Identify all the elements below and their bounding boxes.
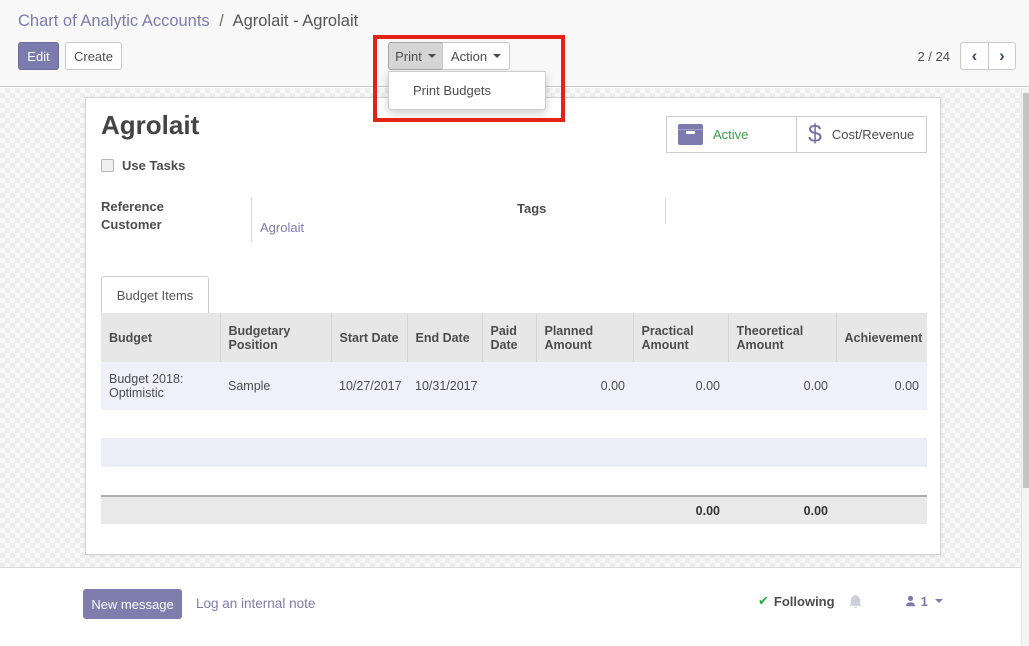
column-header-planned-amount: Planned Amount bbox=[536, 313, 633, 362]
archive-icon bbox=[678, 124, 703, 145]
active-stat-label: Active bbox=[713, 127, 748, 142]
column-header-achievement: Achievement bbox=[836, 313, 927, 362]
print-dropdown-button[interactable]: Print bbox=[388, 42, 443, 70]
cell-planned-amount: 0.00 bbox=[536, 362, 633, 410]
column-header-paid-date: Paid Date bbox=[482, 313, 536, 362]
column-header-budget: Budget bbox=[101, 313, 220, 362]
chevron-right-icon: › bbox=[999, 46, 1005, 66]
column-header-start-date: Start Date bbox=[331, 313, 407, 362]
column-header-budgetary-position: Budgetary Position bbox=[220, 313, 331, 362]
new-message-button[interactable]: New message bbox=[83, 589, 182, 619]
action-button-label: Action bbox=[451, 49, 487, 64]
cell-budgetary-position: Sample bbox=[220, 362, 331, 410]
record-title: Agrolait bbox=[101, 110, 199, 141]
field-separator bbox=[251, 197, 252, 242]
person-icon bbox=[904, 594, 917, 608]
table-row[interactable]: Budget 2018: Optimistic Sample 10/27/201… bbox=[101, 362, 927, 410]
reference-field-label: Reference bbox=[101, 199, 164, 214]
odoo-page: Chart of Analytic Accounts / Agrolait - … bbox=[0, 0, 1029, 646]
budget-items-table: Budget Budgetary Position Start Date End… bbox=[101, 313, 927, 410]
pager-previous-button[interactable]: ‹ bbox=[960, 42, 988, 70]
cell-paid-date bbox=[482, 362, 536, 410]
cost-revenue-stat-label: Cost/Revenue bbox=[832, 127, 914, 142]
form-sheet: Agrolait Use Tasks Active $ Cost/Revenue… bbox=[85, 97, 941, 555]
field-separator bbox=[665, 198, 666, 224]
pager-nav: ‹ › bbox=[960, 42, 1016, 70]
breadcrumb-current: Agrolait - Agrolait bbox=[233, 12, 359, 30]
cell-practical-amount: 0.00 bbox=[633, 362, 728, 410]
customer-value-link[interactable]: Agrolait bbox=[260, 220, 304, 235]
cell-achievement: 0.00 bbox=[836, 362, 927, 410]
pager-value: 2 / 24 bbox=[917, 49, 950, 64]
chevron-down-icon bbox=[428, 54, 436, 58]
stat-button-group: Active $ Cost/Revenue bbox=[666, 116, 927, 153]
log-internal-note-link[interactable]: Log an internal note bbox=[196, 596, 315, 611]
chevron-left-icon: ‹ bbox=[972, 46, 978, 66]
edit-button[interactable]: Edit bbox=[18, 42, 59, 70]
table-empty-row bbox=[101, 438, 927, 467]
table-totals-row: 0.00 0.00 bbox=[101, 495, 927, 524]
total-practical-amount: 0.00 bbox=[633, 497, 728, 524]
cell-start-date: 10/27/2017 bbox=[331, 362, 407, 410]
chatter: New message Log an internal note ✔ Follo… bbox=[0, 567, 1029, 646]
active-stat-button[interactable]: Active bbox=[667, 117, 796, 152]
content-background: Agrolait Use Tasks Active $ Cost/Revenue… bbox=[0, 88, 1029, 567]
total-theoretical-amount: 0.00 bbox=[728, 497, 836, 524]
following-toggle[interactable]: Following bbox=[774, 594, 835, 609]
scrollbar-track[interactable] bbox=[1021, 88, 1029, 646]
use-tasks-field: Use Tasks bbox=[101, 158, 185, 173]
bell-icon[interactable] bbox=[848, 593, 863, 609]
column-header-theoretical-amount: Theoretical Amount bbox=[728, 313, 836, 362]
chevron-down-icon bbox=[493, 54, 501, 58]
breadcrumb-separator: / bbox=[219, 12, 224, 30]
create-button[interactable]: Create bbox=[65, 42, 122, 70]
chevron-down-icon bbox=[935, 599, 943, 603]
followers-dropdown[interactable]: 1 bbox=[904, 594, 943, 609]
cell-theoretical-amount: 0.00 bbox=[728, 362, 836, 410]
menu-item-print-budgets[interactable]: Print Budgets bbox=[389, 76, 545, 105]
print-button-label: Print bbox=[395, 49, 422, 64]
action-dropdown-button[interactable]: Action bbox=[442, 42, 510, 70]
breadcrumb-parent-link[interactable]: Chart of Analytic Accounts bbox=[18, 12, 210, 30]
use-tasks-checkbox[interactable] bbox=[101, 159, 114, 172]
tags-field-label: Tags bbox=[517, 201, 546, 216]
customer-field-label: Customer bbox=[101, 217, 162, 232]
breadcrumb: Chart of Analytic Accounts / Agrolait - … bbox=[18, 12, 358, 31]
tab-budget-items[interactable]: Budget Items bbox=[101, 276, 209, 313]
check-icon: ✔ bbox=[758, 593, 769, 609]
print-dropdown-menu: Print Budgets bbox=[388, 71, 546, 110]
follower-count: 1 bbox=[921, 594, 928, 609]
column-header-practical-amount: Practical Amount bbox=[633, 313, 728, 362]
use-tasks-label: Use Tasks bbox=[122, 158, 185, 173]
follow-cluster: ✔ Following 1 bbox=[758, 593, 943, 609]
table-header-row: Budget Budgetary Position Start Date End… bbox=[101, 313, 927, 362]
pager-next-button[interactable]: › bbox=[988, 42, 1016, 70]
scrollbar-thumb[interactable] bbox=[1023, 93, 1029, 488]
cell-budget: Budget 2018: Optimistic bbox=[101, 362, 220, 410]
column-header-end-date: End Date bbox=[407, 313, 482, 362]
dollar-icon: $ bbox=[808, 122, 822, 147]
cell-end-date: 10/31/2017 bbox=[407, 362, 482, 410]
cost-revenue-stat-button[interactable]: $ Cost/Revenue bbox=[796, 117, 926, 152]
